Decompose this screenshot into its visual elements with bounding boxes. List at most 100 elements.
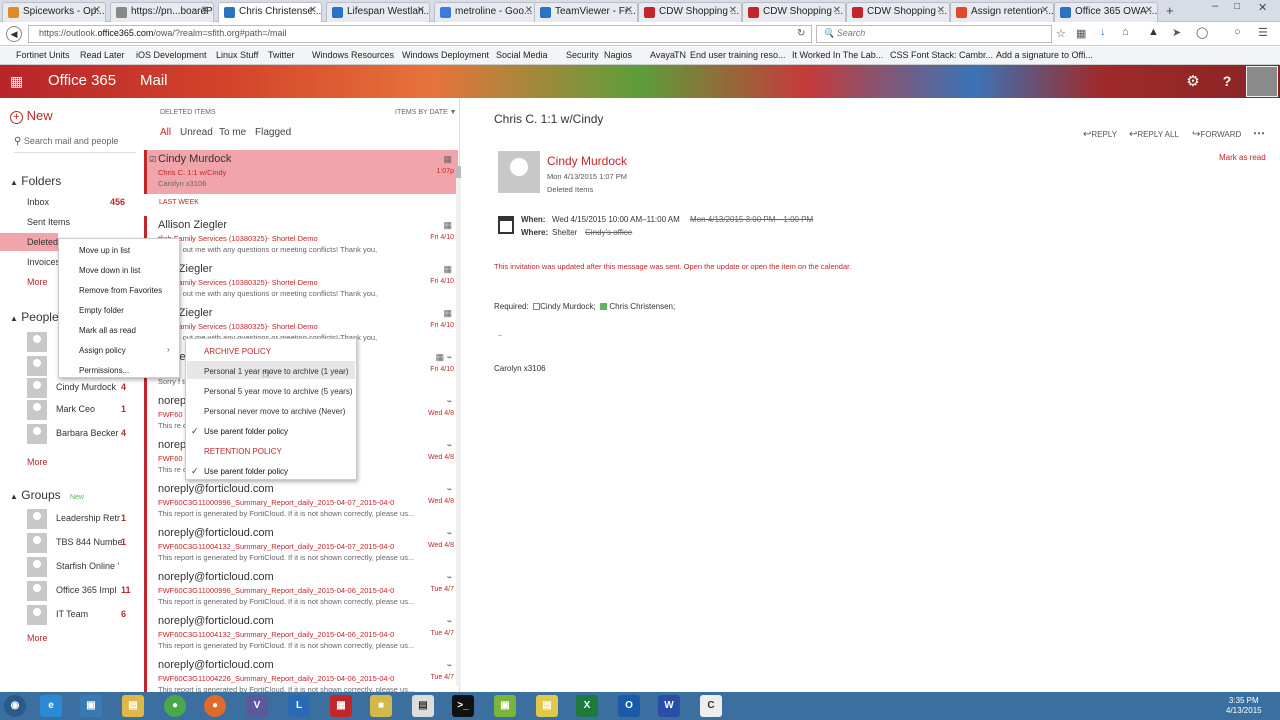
bookmark-item[interactable]: Social Media bbox=[496, 50, 548, 60]
archive-5-year-item[interactable]: Personal 5 year move to archive (5 years… bbox=[204, 387, 353, 396]
filter-all[interactable]: All bbox=[160, 127, 171, 138]
bookmark-item[interactable]: Add a signature to Offi... bbox=[996, 50, 1093, 60]
app-launcher-icon[interactable]: ▦ bbox=[10, 74, 24, 88]
archive-parent-policy-item[interactable]: Use parent folder policy bbox=[204, 427, 288, 436]
filter-flagged[interactable]: Flagged bbox=[255, 127, 291, 138]
sender-name[interactable]: Cindy Murdock bbox=[547, 154, 627, 168]
tab-close-icon[interactable]: ✕ bbox=[937, 5, 945, 16]
tab-close-icon[interactable]: ✕ bbox=[201, 5, 209, 16]
browser-tab[interactable]: Office 365 OWA ... ✕ bbox=[1054, 2, 1158, 22]
people-header[interactable]: ▲ People bbox=[10, 310, 59, 324]
word-icon[interactable]: W bbox=[658, 695, 680, 717]
lync-icon[interactable]: L bbox=[288, 695, 310, 717]
folders-header[interactable]: ▲ Folders bbox=[10, 174, 61, 188]
archive-never-item[interactable]: Personal never move to archive (Never) bbox=[204, 407, 345, 416]
citrix-icon[interactable]: C bbox=[700, 695, 722, 717]
bookmark-item[interactable]: Windows Resources bbox=[312, 50, 394, 60]
tab-close-icon[interactable]: ✕ bbox=[729, 5, 737, 16]
message-item[interactable]: son Ziegler tfish Family Services (103803… bbox=[144, 260, 458, 304]
home-icon[interactable]: ⌂ bbox=[1122, 26, 1129, 38]
tab-close-icon[interactable]: ✕ bbox=[1145, 5, 1153, 16]
browser-tab[interactable]: metroline - Goo... ✕ bbox=[434, 2, 538, 22]
system-clock[interactable]: 3:35 PM 4/13/2015 bbox=[1226, 696, 1262, 716]
firefox-icon[interactable]: ● bbox=[204, 695, 226, 717]
context-menu-item[interactable]: Mark all as read bbox=[79, 326, 136, 335]
reply-all-button[interactable]: ↩REPLY ALL bbox=[1129, 129, 1179, 140]
attendee-1[interactable]: Cindy Murdock; bbox=[540, 302, 596, 311]
bookmark-item[interactable]: Twitter bbox=[268, 50, 295, 60]
ie-icon[interactable]: e bbox=[40, 695, 62, 717]
bookmark-item[interactable]: Read Later bbox=[80, 50, 125, 60]
close-window-button[interactable]: ✕ bbox=[1258, 1, 1267, 14]
tab-close-icon[interactable]: ✕ bbox=[833, 5, 841, 16]
browser-tab[interactable]: Spiceworks - Op... ✕ bbox=[2, 2, 106, 22]
avatar[interactable] bbox=[1246, 66, 1278, 97]
putty-icon[interactable]: ▣ bbox=[494, 695, 516, 717]
document-icon[interactable]: ▤ bbox=[412, 695, 434, 717]
reply-button[interactable]: ↩REPLY bbox=[1083, 129, 1117, 140]
browser-tab[interactable]: TeamViewer - Fr... ✕ bbox=[534, 2, 638, 22]
attendee-2[interactable]: Chris Christensen; bbox=[609, 302, 675, 311]
download-icon[interactable]: ↓ bbox=[1100, 26, 1106, 38]
browser-tab[interactable]: Assign retention ... ✕ bbox=[950, 2, 1054, 22]
tab-close-icon[interactable]: ✕ bbox=[1041, 5, 1049, 16]
calendar-app-icon[interactable]: ▦ bbox=[330, 695, 352, 717]
reload-icon[interactable]: ↻ bbox=[797, 28, 805, 39]
message-item[interactable]: Allison Ziegler tfish Family Services (10… bbox=[144, 216, 458, 260]
bookmark-item[interactable]: Fortinet Units bbox=[16, 50, 70, 60]
bookmark-item[interactable]: Linux Stuff bbox=[216, 50, 258, 60]
bookmark-star-icon[interactable]: ☆ bbox=[1056, 27, 1066, 40]
browser-tab[interactable]: CDW Shopping ... ✕ bbox=[638, 2, 742, 22]
maximize-button[interactable]: □ bbox=[1234, 1, 1240, 12]
context-menu-item[interactable]: Assign policy bbox=[79, 346, 126, 355]
chat-icon[interactable]: ○ bbox=[1234, 26, 1241, 38]
context-menu-item[interactable]: Move up in list bbox=[79, 246, 130, 255]
excel-icon[interactable]: X bbox=[576, 695, 598, 717]
bookmark-item[interactable]: Avaya bbox=[650, 50, 675, 60]
groups-more-link[interactable]: More bbox=[27, 633, 48, 643]
more-actions-icon[interactable]: ⋯ bbox=[1253, 126, 1265, 140]
minimize-button[interactable]: – bbox=[1212, 0, 1218, 12]
mail-search-input[interactable]: ⚲ Search mail and people bbox=[14, 136, 118, 147]
browser-tab[interactable]: Chris Christense... ✕ bbox=[218, 2, 322, 22]
checkbox-icon[interactable]: ☑ bbox=[149, 155, 156, 164]
menu-icon[interactable]: ☰ bbox=[1258, 26, 1268, 39]
start-icon[interactable]: ◉ bbox=[4, 695, 26, 717]
virtual-machine-icon[interactable]: V bbox=[246, 695, 268, 717]
message-item[interactable]: noreply@forticloud.com FWF60C3G11000996_S… bbox=[144, 568, 458, 612]
tab-close-icon[interactable]: ✕ bbox=[417, 5, 425, 16]
browser-tab[interactable]: CDW Shopping ... ✕ bbox=[846, 2, 950, 22]
context-menu-item[interactable]: Move down in list bbox=[79, 266, 140, 275]
outlook-icon[interactable]: O bbox=[618, 695, 640, 717]
message-item[interactable]: ☑ Cindy Murdock Chris C. 1:1 w/Cindy Caroly… bbox=[144, 150, 458, 194]
archive-1-year-item[interactable]: Personal 1 year move to archive (1 year) bbox=[204, 367, 349, 376]
folder-item[interactable]: Sent Items bbox=[27, 217, 127, 227]
new-tab-button[interactable]: + bbox=[1166, 3, 1174, 18]
shield-icon[interactable]: ▲ bbox=[1148, 26, 1159, 38]
gear-icon[interactable]: ⚙ bbox=[1176, 65, 1210, 98]
groups-header[interactable]: ▲ Groups New bbox=[10, 488, 84, 502]
tab-close-icon[interactable]: ✕ bbox=[625, 5, 633, 16]
browser-tab[interactable]: CDW Shopping ... ✕ bbox=[742, 2, 846, 22]
browser-tab[interactable]: https://pn...boardPage✕ bbox=[110, 2, 214, 22]
url-field[interactable]: https://outlook.office365.com/owa/?realm… bbox=[28, 25, 812, 43]
bookmark-item[interactable]: Security bbox=[566, 50, 599, 60]
browser-search-input[interactable]: 🔍 Search bbox=[816, 25, 1052, 43]
new-mail-button[interactable]: + New bbox=[10, 108, 53, 124]
context-menu-item[interactable]: Empty folder bbox=[79, 306, 124, 315]
message-item[interactable]: noreply@forticloud.com FWF60C3G11004132_S… bbox=[144, 524, 458, 568]
folder-item[interactable]: Inbox bbox=[27, 197, 127, 207]
sync-icon[interactable]: ◯ bbox=[1196, 26, 1208, 39]
tab-close-icon[interactable]: ✕ bbox=[525, 5, 533, 16]
back-arrow-icon[interactable]: ◀ bbox=[6, 26, 22, 42]
bookmark-item[interactable]: Nagios bbox=[604, 50, 632, 60]
terminal-icon[interactable]: >_ bbox=[452, 695, 474, 717]
context-menu-item[interactable]: Permissions... bbox=[79, 366, 129, 375]
reading-list-icon[interactable]: ▦ bbox=[1076, 27, 1086, 40]
folders-more-link[interactable]: More bbox=[27, 277, 48, 287]
people-more-link[interactable]: More bbox=[27, 457, 48, 467]
chrome-icon[interactable]: ● bbox=[164, 695, 186, 717]
message-item[interactable]: noreply@forticloud.com FWF60C3G11000996_S… bbox=[144, 480, 458, 524]
tab-close-icon[interactable]: ✕ bbox=[93, 5, 101, 16]
forward-button[interactable]: ↪FORWARD bbox=[1192, 129, 1241, 140]
